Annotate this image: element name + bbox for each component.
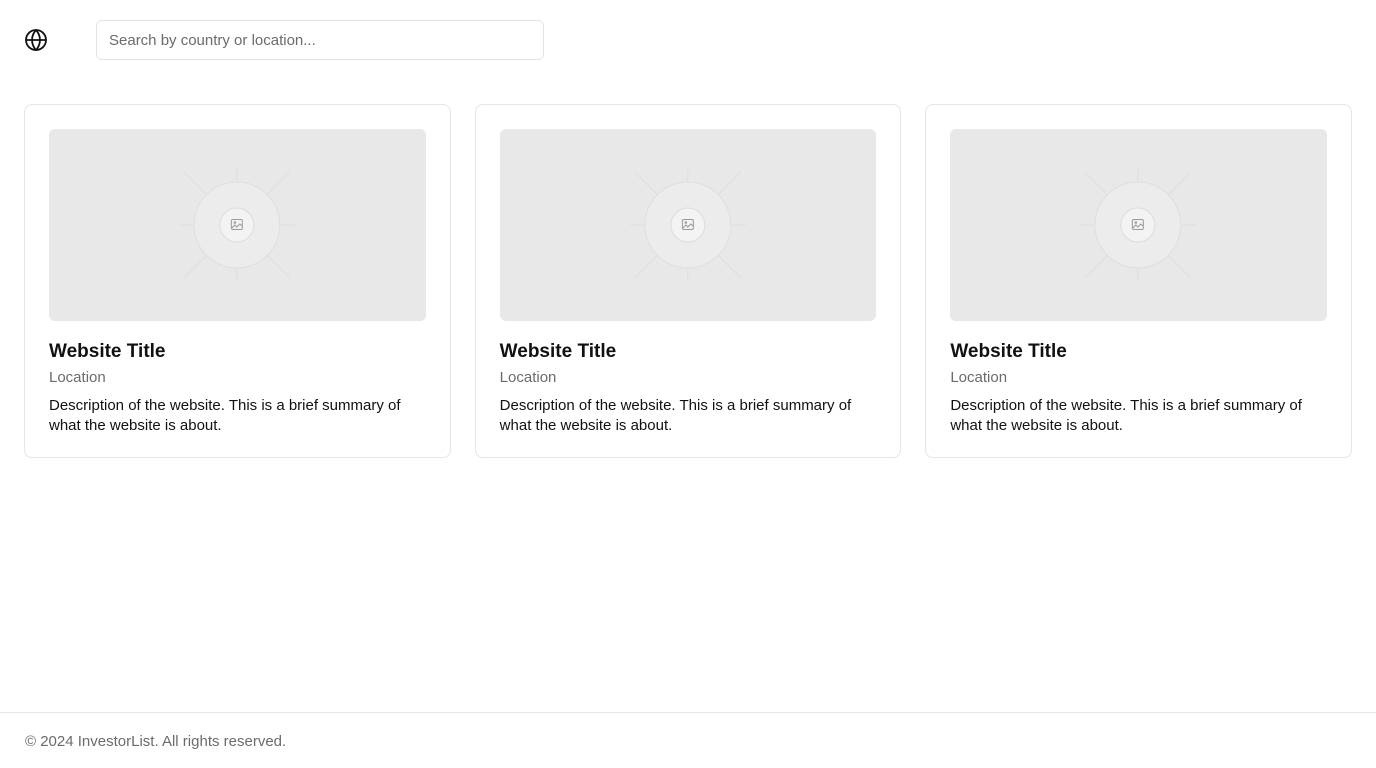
copyright-text: © 2024 InvestorList. All rights reserved… (25, 733, 287, 750)
card-title[interactable]: Website Title (950, 341, 1327, 363)
globe-icon[interactable] (24, 28, 48, 52)
card-title[interactable]: Website Title (500, 341, 877, 363)
card-description: Description of the website. This is a br… (950, 397, 1302, 434)
card-location: Location (499, 369, 557, 386)
card-location: Location (950, 369, 1008, 386)
image-placeholder-icon (629, 169, 746, 281)
card-title[interactable]: Website Title (49, 341, 426, 363)
footer: © 2024 InvestorList. All rights reserved… (0, 712, 1376, 768)
image-placeholder-icon (1080, 169, 1197, 281)
search-input[interactable] (96, 20, 544, 60)
image-placeholder-icon (178, 169, 295, 281)
page: Website Title Location Description of th… (0, 0, 1376, 768)
card-image-placeholder (499, 129, 877, 321)
card-image-placeholder (950, 129, 1328, 321)
card-description: Description of the website. This is a br… (499, 397, 852, 434)
card-description: Description of the website. This is a br… (49, 397, 401, 434)
website-card-list: Website Title Location Description of th… (24, 104, 1353, 458)
card-location: Location (49, 369, 106, 386)
website-card[interactable]: Website Title Location Description of th… (24, 104, 451, 458)
website-card[interactable]: Website Title Location Description of th… (474, 104, 902, 458)
website-card[interactable]: Website Title Location Description of th… (925, 104, 1353, 458)
card-image-placeholder (49, 129, 426, 321)
header (0, 0, 1376, 80)
